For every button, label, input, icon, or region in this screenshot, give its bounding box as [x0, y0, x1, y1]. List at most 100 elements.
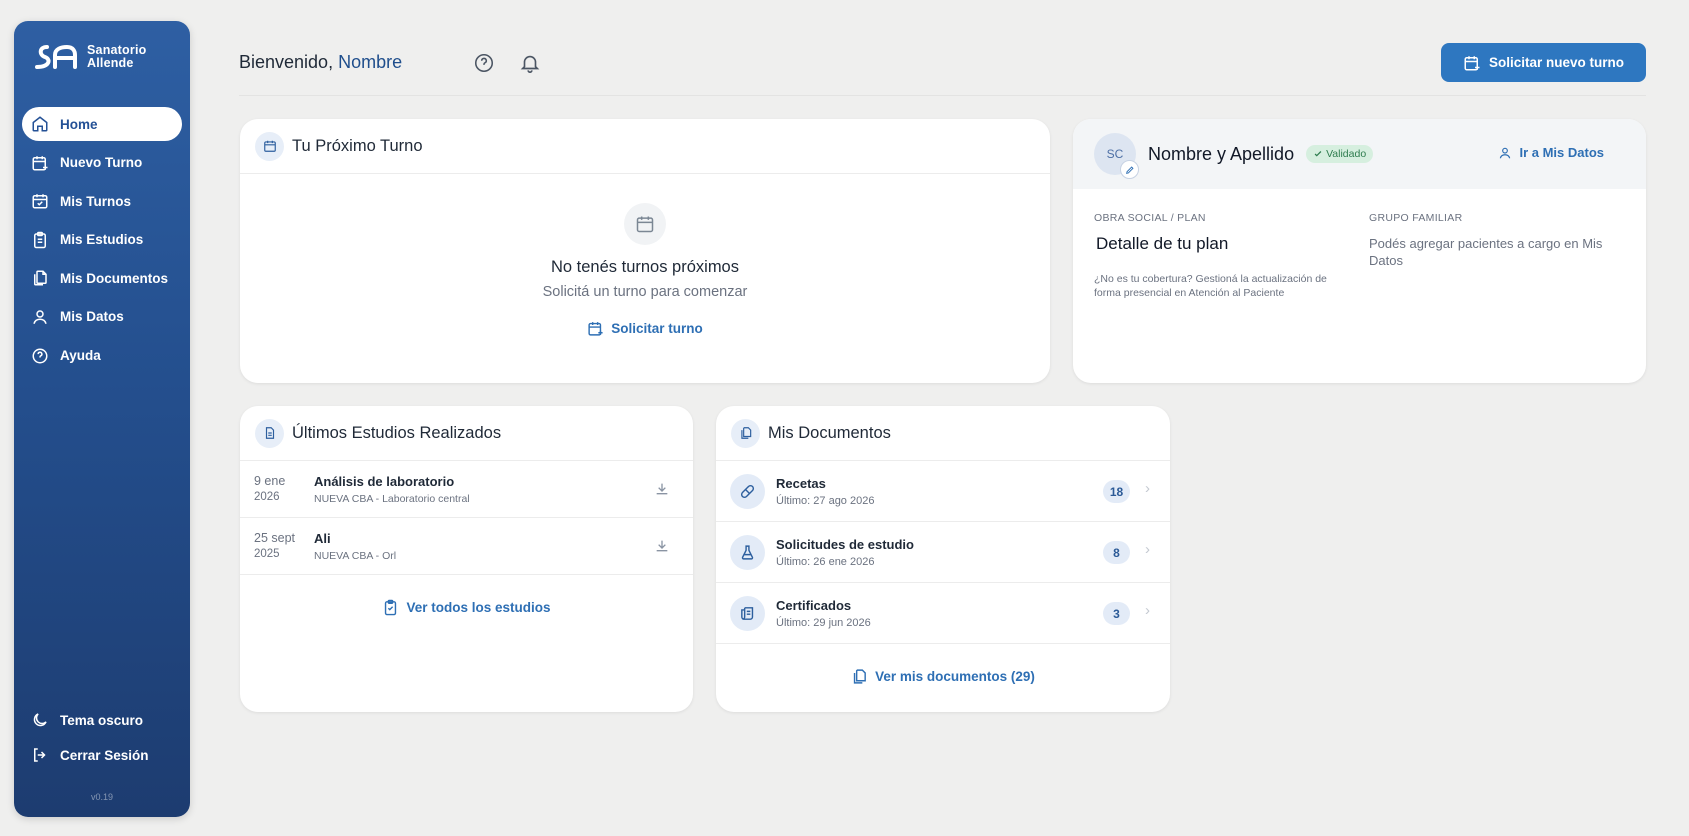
card-title: Tu Próximo Turno [292, 136, 423, 155]
scroll-icon [730, 595, 765, 631]
family-label: GRUPO FAMILIAR [1369, 212, 1463, 224]
logout-label: Cerrar Sesión [60, 747, 149, 763]
dark-theme-toggle[interactable]: Tema oscuro [22, 703, 182, 737]
study-row[interactable]: 9 ene 2026 Análisis de laboratorio NUEVA… [240, 461, 693, 518]
card-header: Tu Próximo Turno [240, 119, 1050, 174]
download-icon[interactable] [654, 538, 670, 554]
recent-studies-card: Últimos Estudios Realizados 9 ene 2026 A… [240, 406, 693, 712]
study-date: 9 ene 2026 [254, 473, 314, 505]
profile-header: SC Nombre y Apellido Validado Ir a Mis D… [1073, 119, 1646, 189]
user-icon [1500, 147, 1511, 158]
profile-name: Nombre y Apellido [1148, 143, 1295, 164]
go-to-my-data-label: Ir a Mis Datos [1519, 145, 1604, 160]
document-category-recetas[interactable]: Recetas Último: 27 ago 2026 18 › [716, 461, 1170, 522]
empty-title: No tenés turnos próximos [550, 258, 739, 276]
files-icon [34, 270, 47, 286]
document-name: Recetas [776, 475, 826, 491]
notifications-button[interactable] [519, 52, 541, 74]
calendar-plus-icon [1464, 55, 1480, 70]
edit-avatar-icon[interactable] [1120, 160, 1139, 179]
chevron-right-icon: › [1145, 541, 1150, 558]
sidebar-item-ayuda[interactable]: Ayuda [22, 339, 182, 373]
user-first-name: Nombre [338, 52, 403, 72]
pill-icon [730, 473, 765, 509]
card-header: Mis Documentos [716, 406, 1170, 461]
validated-label: Validado [1326, 148, 1367, 160]
sidebar-item-mis-datos[interactable]: Mis Datos [22, 300, 182, 334]
sidebar-item-nuevo-turno[interactable]: Nuevo Turno [22, 146, 182, 180]
sidebar-item-mis-documentos[interactable]: Mis Documentos [22, 261, 182, 295]
top-bar: Bienvenido, Nombre Solicitar nuevo turno [239, 40, 1646, 96]
empty-state: No tenés turnos próximos Solicitá un tur… [240, 174, 1050, 337]
home-icon [32, 116, 48, 132]
document-category-solicitudes[interactable]: Solicitudes de estudio Último: 26 ene 20… [716, 522, 1170, 583]
sidebar-item-label: Ayuda [60, 348, 101, 364]
sidebar-item-label: Mis Turnos [60, 193, 132, 209]
card-header: Últimos Estudios Realizados [240, 406, 693, 461]
help-button[interactable] [473, 52, 495, 74]
go-to-my-data-link[interactable]: Ir a Mis Datos [1498, 145, 1604, 160]
study-row[interactable]: 25 sept 2025 Ali NUEVA CBA - Orl [240, 518, 693, 575]
plan-section: OBRA SOCIAL / PLAN Detalle de tu plan ¿N… [1094, 212, 1344, 300]
plan-value: Detalle de tu plan [1096, 234, 1229, 253]
study-place: NUEVA CBA - Orl [314, 549, 397, 562]
document-name: Certificados [776, 597, 852, 613]
dark-theme-label: Tema oscuro [60, 712, 144, 728]
calendar-check-icon [32, 194, 48, 209]
request-appointment-button[interactable]: Solicitar nuevo turno [1440, 43, 1646, 82]
document-last-date: Último: 29 jun 2026 [776, 616, 871, 629]
clipboard-list-icon [34, 231, 46, 249]
sidebar-item-label: Mis Datos [60, 309, 124, 325]
validated-badge: Validado [1306, 145, 1374, 163]
brand-name-line2: Allende [87, 56, 134, 70]
sidebar-item-mis-turnos[interactable]: Mis Turnos [22, 184, 182, 218]
request-appointment-link-label: Solicitar turno [611, 321, 703, 336]
brand-logo[interactable]: Sanatorio Allende [33, 43, 146, 71]
view-my-documents-link[interactable]: Ver mis documentos (29) [716, 668, 1170, 685]
next-appointment-card: Tu Próximo Turno No tenés turnos próximo… [240, 119, 1050, 383]
study-year: 2025 [254, 548, 280, 560]
chevron-right-icon: › [1145, 480, 1150, 497]
document-count-badge: 18 [1103, 480, 1130, 503]
logout-button[interactable]: Cerrar Sesión [22, 738, 182, 772]
empty-subtitle: Solicitá un turno para comenzar [542, 284, 748, 300]
request-appointment-label: Solicitar nuevo turno [1488, 55, 1624, 70]
sidebar-item-home[interactable]: Home [22, 107, 182, 141]
document-count-badge: 8 [1103, 541, 1130, 564]
files-icon [731, 418, 760, 448]
avatar-initials: SC [1106, 147, 1124, 161]
document-count-badge: 3 [1103, 602, 1130, 625]
document-info: Solicitudes de estudio Último: 26 ene 20… [776, 537, 914, 568]
sidebar-bottom: Tema oscuro Cerrar Sesión [22, 703, 182, 773]
sidebar: Sanatorio Allende Home Nuevo Turno Mis T… [14, 21, 190, 817]
sidebar-nav: Home Nuevo Turno Mis Turnos Mis Estudios… [22, 107, 182, 377]
calendar-icon [255, 131, 284, 161]
request-appointment-link[interactable]: Solicitar turno [240, 320, 1050, 337]
sanatorio-logo-icon [35, 44, 77, 69]
document-last-date: Último: 26 ene 2026 [776, 555, 875, 568]
sidebar-item-mis-estudios[interactable]: Mis Estudios [22, 223, 182, 257]
flask-icon [730, 534, 765, 570]
plan-note: ¿No es tu cobertura? Gestioná la actuali… [1094, 273, 1327, 299]
avatar[interactable]: SC [1094, 133, 1139, 179]
view-all-studies-label: Ver todos los estudios [406, 600, 551, 615]
calendar-plus-icon [32, 155, 48, 171]
document-info: Certificados Último: 29 jun 2026 [776, 598, 871, 629]
download-icon[interactable] [654, 481, 670, 497]
document-category-certificados[interactable]: Certificados Último: 29 jun 2026 3 › [716, 583, 1170, 644]
bell-icon [520, 55, 540, 73]
card-title: Últimos Estudios Realizados [292, 423, 502, 442]
sidebar-item-label: Mis Estudios [60, 232, 144, 248]
help-circle-icon [474, 53, 494, 73]
help-circle-icon [32, 348, 48, 364]
user-icon [33, 310, 47, 324]
family-text: Podés agregar pacientes a cargo en Mis D… [1369, 236, 1603, 268]
study-name: Ali [314, 530, 331, 546]
document-last-date: Último: 27 ago 2026 [776, 494, 875, 507]
sidebar-item-label: Home [60, 116, 98, 132]
study-name: Análisis de laboratorio [314, 473, 455, 489]
calendar-plus-icon [588, 322, 603, 336]
view-all-studies-link[interactable]: Ver todos los estudios [240, 599, 693, 616]
document-icon [255, 418, 284, 448]
my-documents-card: Mis Documentos Recetas Último: 27 ago 20… [716, 406, 1170, 712]
